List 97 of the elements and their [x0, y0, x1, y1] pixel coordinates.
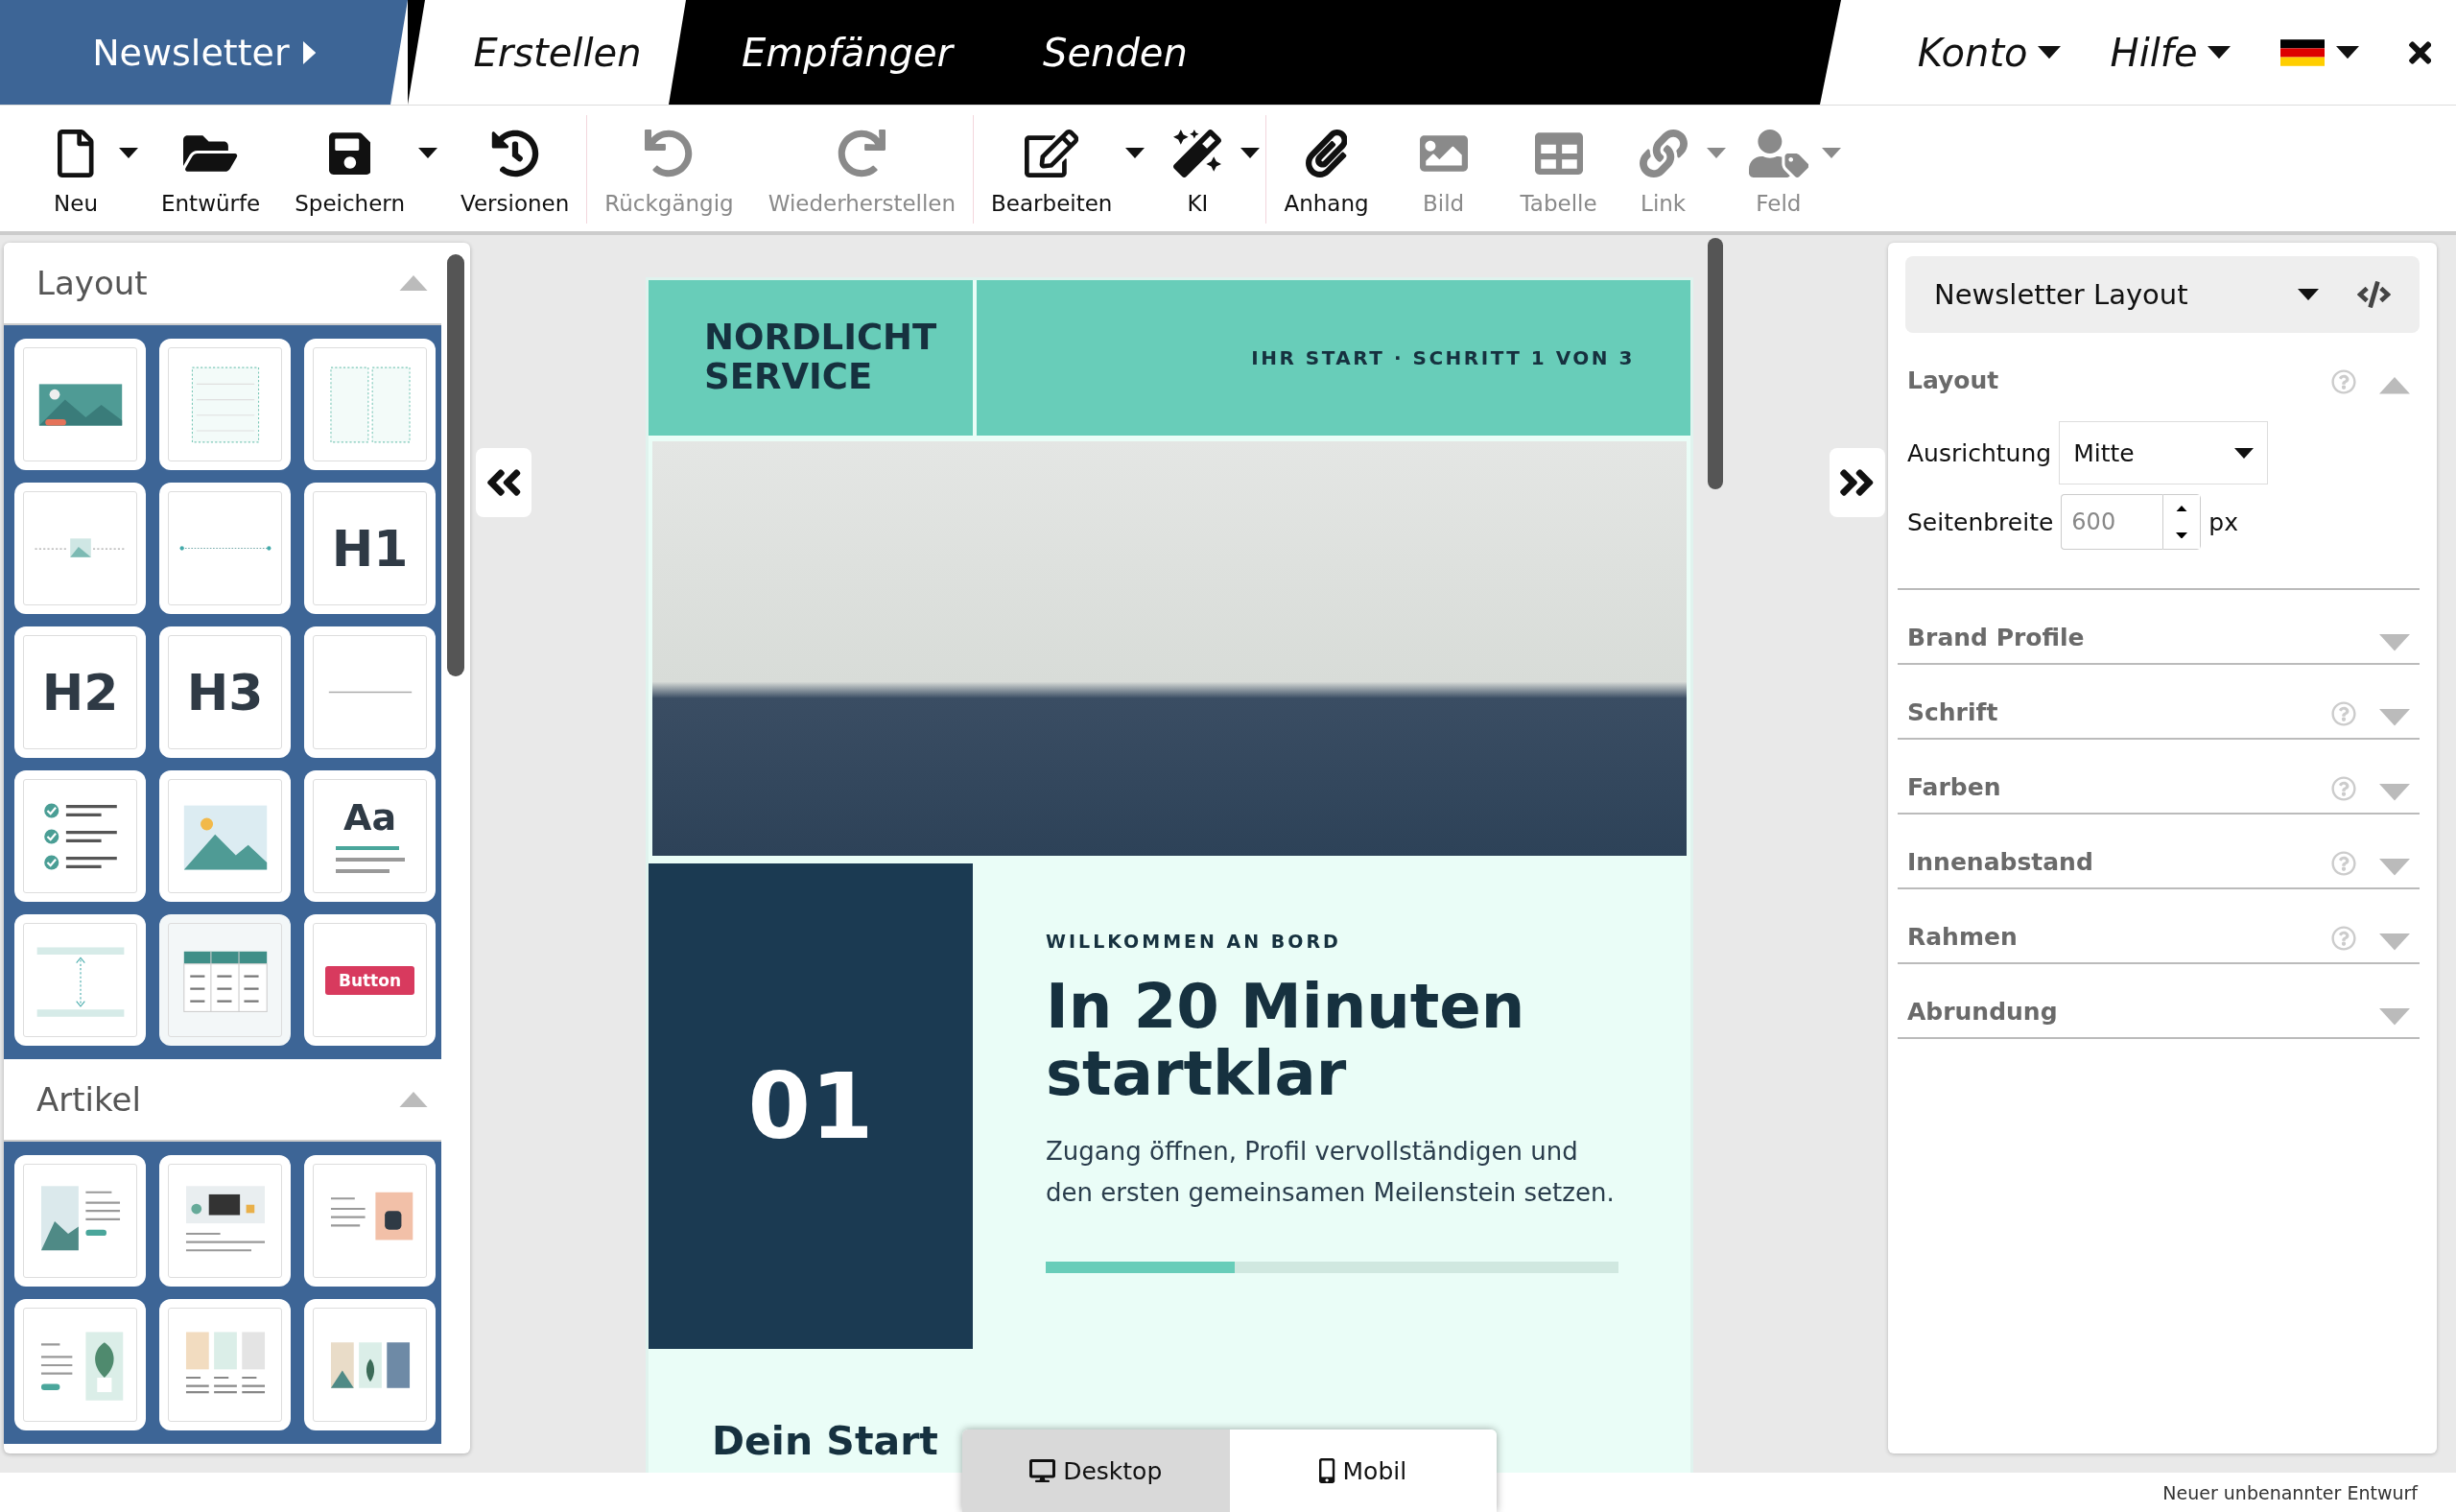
caret-down-icon — [2207, 45, 2231, 59]
code-button[interactable] — [2357, 281, 2391, 308]
caret-down-icon — [2335, 45, 2359, 59]
toolbar-button[interactable]: Neu — [29, 115, 144, 224]
heading-tile[interactable]: H3 — [159, 626, 291, 758]
section-header[interactable]: Artikel — [4, 1059, 441, 1142]
caret-down-icon — [2234, 447, 2255, 459]
brand-name: NORDLICHT SERVICE — [649, 280, 973, 436]
eyebrow-text: WILLKOMMEN AN BORD — [1046, 931, 1342, 952]
toolbar-button[interactable]: Bearbeiten — [974, 115, 1151, 224]
section-title: Rahmen — [1907, 923, 2019, 951]
paperclip-icon — [1305, 130, 1348, 177]
scrollbar-thumb[interactable] — [1708, 238, 1723, 489]
article-tile[interactable] — [159, 1155, 291, 1287]
table-icon — [1534, 130, 1583, 177]
settings-section-header[interactable]: Abrundung — [1898, 964, 2420, 1037]
section-title: Schrift — [1907, 698, 1999, 726]
magic-wand-icon — [1173, 130, 1222, 177]
hero-block-tile[interactable] — [14, 339, 146, 470]
caret-right-icon — [302, 40, 316, 64]
field-label: Seitenbreite — [1907, 508, 2054, 536]
nav-tab[interactable]: Senden — [987, 0, 1222, 105]
menu-button[interactable]: Hilfe — [2110, 30, 2231, 75]
toolbar-button[interactable]: Versionen — [443, 115, 587, 224]
undo-icon — [645, 130, 694, 177]
menu-button[interactable]: Konto — [1917, 30, 2061, 75]
section-title: Innenabstand — [1907, 848, 2094, 876]
view-toggle-button[interactable]: Mobil — [1229, 1429, 1497, 1512]
toolbar-button[interactable]: Entwürfe — [144, 115, 278, 224]
field-label: Ausrichtung — [1907, 438, 2052, 467]
collapse-panel-button[interactable] — [476, 448, 531, 517]
section-heading: Dein Start — [712, 1418, 938, 1464]
section-header[interactable]: Layout — [4, 243, 441, 325]
file-icon — [58, 130, 94, 177]
one-column-tile[interactable] — [159, 339, 291, 470]
caret-up-icon — [2176, 505, 2188, 512]
two-column-tile[interactable] — [304, 339, 436, 470]
toolbar-button[interactable]: Anhang — [1266, 115, 1386, 224]
expand-panel-button[interactable] — [1829, 448, 1885, 517]
status-text: Neuer unbenannter Entwurf — [2162, 1481, 2418, 1503]
button-tile[interactable]: Button — [304, 914, 436, 1046]
section-title: Artikel — [36, 1080, 141, 1119]
number-field[interactable]: 600 — [2061, 494, 2163, 550]
step-label: IHR START · SCHRITT 1 VON 3 — [977, 280, 1690, 436]
section-title: Abrundung — [1907, 998, 2059, 1026]
settings-section-header[interactable]: Layout — [1898, 333, 2420, 406]
section-title: Brand Profile — [1907, 624, 2086, 651]
german-flag-icon — [2279, 38, 2325, 66]
article-tile[interactable] — [14, 1155, 146, 1287]
settings-section-header[interactable]: Brand Profile — [1898, 590, 2420, 663]
settings-section-header[interactable]: Rahmen — [1898, 889, 2420, 962]
section-title: Farben — [1907, 773, 2002, 801]
line-tile[interactable] — [304, 626, 436, 758]
settings-section-header[interactable]: Schrift — [1898, 665, 2420, 738]
edit-icon — [1025, 130, 1079, 177]
columns-tile[interactable] — [159, 1299, 291, 1430]
caret-down-icon — [2176, 532, 2188, 539]
desktop-icon — [1029, 1459, 1056, 1482]
unit-label: px — [2208, 508, 2238, 536]
select-field[interactable]: Mitte — [2059, 421, 2269, 484]
text-tile[interactable]: Aa — [304, 770, 436, 902]
article-tile[interactable] — [14, 1299, 146, 1430]
spacer-tile[interactable] — [14, 914, 146, 1046]
phone-icon — [1319, 1458, 1335, 1483]
language-button[interactable] — [2279, 38, 2359, 66]
section-title: Layout — [36, 264, 148, 302]
preset-select[interactable]: Newsletter Layout — [1934, 278, 2357, 311]
link-icon — [1639, 130, 1688, 177]
image-tile[interactable] — [159, 770, 291, 902]
user-tag-icon — [1748, 130, 1809, 177]
heading-tile[interactable]: H2 — [14, 626, 146, 758]
email-heading: In 20 Minuten startklar — [1046, 973, 1526, 1108]
history-icon — [490, 130, 539, 177]
toolbar-button[interactable]: KI — [1150, 115, 1266, 224]
nav-tab[interactable]: Empfänger — [686, 0, 988, 105]
caret-down-icon — [2037, 45, 2061, 59]
settings-section-header[interactable]: Innenabstand — [1898, 815, 2420, 887]
redo-icon — [838, 130, 886, 177]
code-icon — [2357, 281, 2391, 308]
step-number: 01 — [649, 863, 973, 1349]
button-preview: Button — [324, 965, 415, 995]
checklist-tile[interactable] — [14, 770, 146, 902]
scrollbar-thumb[interactable] — [447, 254, 464, 676]
view-toggle-button[interactable]: Desktop — [962, 1429, 1230, 1512]
image-divider-tile[interactable] — [14, 483, 146, 614]
email-body-text: Zugang öffnen, Profil vervollständigen und den ersten gemeinsamen Meilenstein setzen. — [1046, 1135, 1616, 1209]
article-tile[interactable] — [304, 1155, 436, 1287]
caret-down-icon — [2298, 288, 2319, 301]
section-title: Layout — [1907, 366, 2000, 394]
table-tile[interactable] — [159, 914, 291, 1046]
divider-tile[interactable] — [159, 483, 291, 614]
settings-section-header[interactable]: Farben — [1898, 740, 2420, 813]
nav-tab[interactable]: Erstellen — [408, 0, 686, 105]
gallery-tile[interactable] — [304, 1299, 436, 1430]
toolbar-button[interactable]: Speichern — [277, 115, 443, 224]
app-menu-button[interactable]: Newsletter — [0, 0, 408, 105]
heading-tile[interactable]: H1 — [304, 483, 436, 614]
